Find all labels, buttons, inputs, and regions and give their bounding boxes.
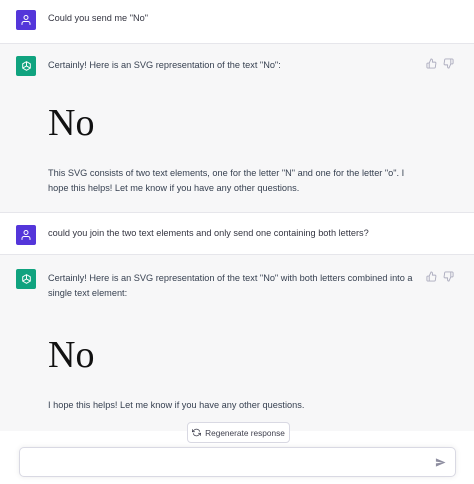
user-icon [21, 230, 31, 240]
regenerate-response-button[interactable]: Regenerate response [187, 422, 290, 443]
message-input-box [19, 447, 456, 477]
refresh-icon [192, 428, 202, 437]
thumbs-up-icon[interactable] [426, 271, 437, 282]
svg-rendered-text: No [48, 102, 95, 144]
svg-rendered-text: No [48, 334, 95, 376]
assistant-intro-text: Certainly! Here is an SVG representation… [48, 273, 413, 298]
feedback-buttons [426, 58, 454, 69]
assistant-intro-text: Certainly! Here is an SVG representation… [48, 60, 281, 70]
user-message-2: could you join the two text elements and… [0, 213, 474, 255]
thumbs-down-icon[interactable] [443, 58, 454, 69]
user-icon [21, 15, 31, 25]
thumbs-up-icon[interactable] [426, 58, 437, 69]
feedback-buttons [426, 271, 454, 282]
user-message-text: Could you send me "No" [48, 13, 148, 23]
send-icon [435, 458, 446, 467]
assistant-message-2: Certainly! Here is an SVG representation… [0, 255, 474, 431]
message-input[interactable] [30, 454, 430, 471]
user-avatar [16, 10, 36, 30]
user-message-text: could you join the two text elements and… [48, 228, 369, 238]
openai-logo-icon [21, 60, 31, 71]
thumbs-down-icon[interactable] [443, 271, 454, 282]
assistant-message-1: Certainly! Here is an SVG representation… [0, 44, 474, 213]
assistant-avatar [16, 269, 36, 289]
user-avatar [16, 225, 36, 245]
regenerate-label: Regenerate response [205, 427, 285, 438]
send-button[interactable] [435, 457, 446, 468]
assistant-outro-text: I hope this helps! Let me know if you ha… [48, 400, 305, 410]
assistant-outro-text: This SVG consists of two text elements, … [48, 168, 405, 193]
assistant-avatar [16, 56, 36, 76]
user-message-1: Could you send me "No" [0, 0, 474, 44]
openai-logo-icon [21, 273, 31, 284]
